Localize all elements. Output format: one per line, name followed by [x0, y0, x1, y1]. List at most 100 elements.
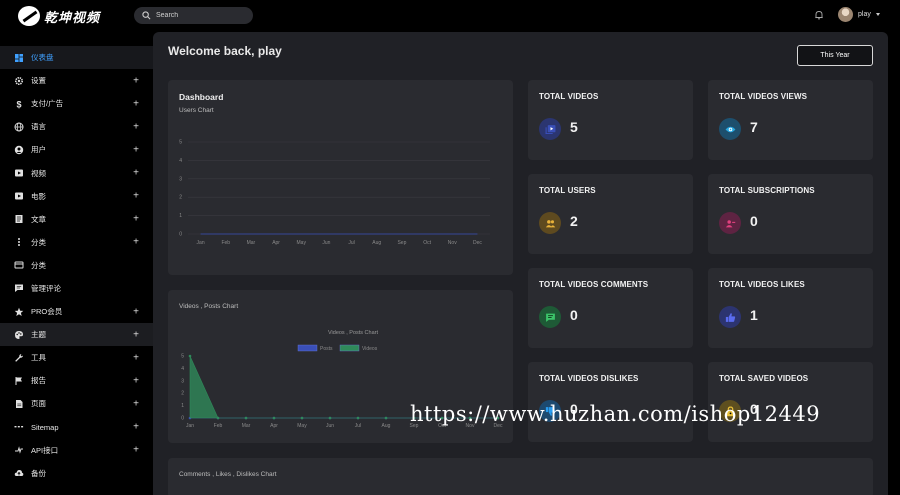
stat-title: TOTAL VIDEOS DISLIKES [539, 374, 639, 383]
expand-plus-icon[interactable]: + [133, 98, 139, 109]
expand-plus-icon[interactable]: + [133, 375, 139, 386]
sidebar-item[interactable]: 文章 + [0, 208, 153, 231]
x-tick-label: Apr [270, 423, 278, 429]
data-point [188, 354, 192, 358]
y-tick-label: 2 [179, 195, 182, 201]
expand-plus-icon[interactable]: + [133, 237, 139, 248]
legend-label: Posts [320, 346, 333, 352]
x-tick-label: Aug [382, 423, 391, 429]
dashboard-icon [14, 53, 24, 63]
sidebar-item[interactable]: 主题 + [0, 323, 153, 347]
page-icon [14, 399, 24, 409]
expand-plus-icon[interactable]: + [133, 75, 139, 86]
data-point [384, 416, 388, 420]
y-tick-label: 1 [181, 403, 184, 409]
sidebar-item-label: 分类 [31, 260, 46, 270]
subscriptions-icon [719, 212, 741, 234]
expand-plus-icon[interactable]: + [133, 121, 139, 132]
user-menu[interactable]: play [838, 7, 880, 22]
sidebar-item[interactable]: 用户 + [0, 138, 153, 161]
comment-icon [14, 283, 24, 293]
x-tick-label: Dec [473, 240, 482, 246]
x-tick-label: Sep [397, 240, 406, 246]
logo[interactable]: 乾坤视频 [18, 6, 100, 26]
globe-icon [14, 122, 24, 132]
sidebar-item[interactable]: 电影 + [0, 185, 153, 208]
stat-card: TOTAL VIDEOS LIKES 1 [708, 268, 873, 348]
sidebar-item-label: 报告 [31, 376, 46, 386]
flag-icon [14, 376, 24, 386]
sidebar-item[interactable]: 分类 + [0, 231, 153, 254]
legend-label: Videos [362, 346, 378, 352]
search-box[interactable] [134, 7, 253, 24]
x-tick-label: Feb [221, 240, 230, 246]
stat-title: TOTAL USERS [539, 186, 596, 195]
stat-title: TOTAL VIDEOS LIKES [719, 280, 805, 289]
sidebar-item[interactable]: 语言 + [0, 115, 153, 138]
sidebar: 仪表盘 设置 + $ 支付/广告 + 语言 + 用户 + 视频 + 电影 + 文章 + 分类 + 分类 管理评论 PRO… [0, 46, 153, 495]
y-tick-label: 0 [181, 416, 184, 422]
expand-plus-icon[interactable]: + [133, 422, 139, 433]
comments-likes-title: Comments , Likes , Dislikes Chart [179, 471, 277, 478]
sidebar-item[interactable]: 工具 + [0, 346, 153, 369]
expand-plus-icon[interactable]: + [133, 214, 139, 225]
sidebar-item[interactable]: 分类 [0, 254, 153, 277]
x-tick-label: May [297, 423, 307, 429]
sidebar-item[interactable]: 仪表盘 [0, 46, 153, 70]
user-icon [14, 145, 24, 155]
sidebar-item-label: 设置 [31, 76, 46, 86]
x-tick-label: Oct [423, 240, 431, 246]
sidebar-item[interactable]: 视频 + [0, 161, 153, 184]
sidebar-item-label: 电影 [31, 191, 46, 201]
stat-title: TOTAL VIDEOS VIEWS [719, 92, 808, 101]
sidebar-item-label: 管理评论 [31, 283, 61, 293]
year-filter-button[interactable]: This Year [797, 45, 873, 66]
search-input[interactable] [156, 12, 246, 19]
stat-title: TOTAL VIDEOS COMMENTS [539, 280, 649, 289]
expand-plus-icon[interactable]: + [133, 144, 139, 155]
stat-card: TOTAL VIDEOS COMMENTS 0 [528, 268, 693, 348]
thumbs-up-icon [719, 306, 741, 328]
stat-value: 2 [570, 213, 578, 229]
expand-plus-icon[interactable]: + [133, 352, 139, 363]
expand-plus-icon[interactable]: + [133, 398, 139, 409]
search-icon [142, 11, 151, 20]
y-tick-label: 5 [181, 354, 184, 360]
legend-swatch [297, 344, 318, 352]
data-point [272, 416, 276, 420]
dashboard-card: Dashboard Users Chart 0 1 2 3 4 5 Jan Feb Mar Apr… [168, 80, 513, 275]
more-vertical-icon [14, 237, 24, 247]
x-tick-label: Feb [214, 423, 223, 429]
y-tick-label: 3 [179, 176, 182, 182]
sidebar-item[interactable]: 备份 [0, 462, 153, 485]
avatar [838, 7, 853, 22]
bell-icon[interactable] [814, 10, 824, 20]
chevron-down-icon [875, 13, 880, 16]
sidebar-item-label: Sitemap [31, 422, 59, 432]
sidebar-item-label: PRO会员 [31, 307, 63, 317]
sidebar-item[interactable]: API接口 + [0, 439, 153, 462]
expand-plus-icon[interactable]: + [133, 306, 139, 317]
sidebar-item[interactable]: 报告 + [0, 369, 153, 392]
y-tick-label: 5 [179, 140, 182, 146]
comments-likes-card: Comments , Likes , Dislikes Chart [168, 458, 873, 495]
x-tick-label: Jan [197, 240, 205, 246]
sidebar-item[interactable]: 管理评论 [0, 277, 153, 300]
stat-card: TOTAL VIDEOS VIEWS 7 [708, 80, 873, 160]
expand-plus-icon[interactable]: + [133, 191, 139, 202]
card-icon [14, 260, 24, 270]
gear-icon [14, 76, 24, 86]
expand-plus-icon[interactable]: + [133, 329, 139, 340]
stat-value: 1 [750, 307, 758, 323]
sidebar-item-label: 分类 [31, 237, 46, 247]
sidebar-item[interactable]: 页面 + [0, 392, 153, 415]
sidebar-item[interactable]: Sitemap + [0, 416, 153, 439]
sidebar-item[interactable]: PRO会员 + [0, 300, 153, 323]
expand-plus-icon[interactable]: + [133, 168, 139, 179]
sidebar-item[interactable]: 设置 + [0, 69, 153, 92]
sidebar-item-label: 用户 [31, 145, 46, 155]
stat-value: 7 [750, 119, 758, 135]
expand-plus-icon[interactable]: + [133, 445, 139, 456]
sidebar-item[interactable]: $ 支付/广告 + [0, 92, 153, 115]
data-point [328, 416, 332, 420]
